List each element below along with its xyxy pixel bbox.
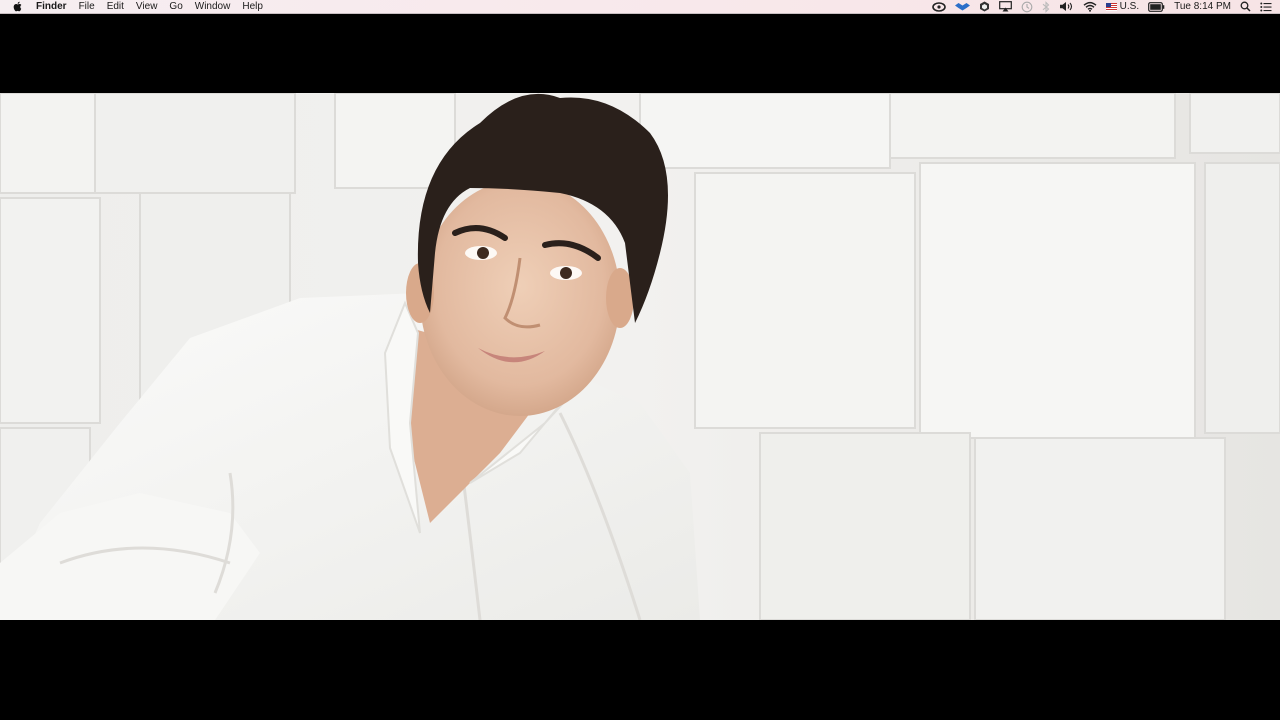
menu-window[interactable]: Window xyxy=(195,0,231,14)
menu-file[interactable]: File xyxy=(79,0,95,14)
airplay-icon[interactable] xyxy=(998,0,1012,14)
wifi-icon[interactable] xyxy=(1083,0,1097,14)
letterbox-top-bar xyxy=(0,15,1280,93)
input-source-menu[interactable]: U.S. xyxy=(1105,0,1140,14)
creative-cloud-icon[interactable] xyxy=(931,0,946,14)
menu-app-finder[interactable]: Finder xyxy=(36,0,67,14)
menu-go[interactable]: Go xyxy=(169,0,182,14)
battery-icon[interactable] xyxy=(1148,0,1165,14)
notification-center-icon[interactable] xyxy=(1260,0,1272,14)
menu-view[interactable]: View xyxy=(136,0,158,14)
input-source-label: U.S. xyxy=(1119,0,1140,12)
menu-edit[interactable]: Edit xyxy=(107,0,124,14)
menu-help[interactable]: Help xyxy=(242,0,263,14)
portrait-image xyxy=(0,93,1280,620)
us-flag-icon xyxy=(1105,2,1117,11)
face xyxy=(420,180,620,416)
menu-bar: Finder File Edit View Go Window Help U.S… xyxy=(0,0,1280,14)
menu-clock[interactable]: Tue 8:14 PM xyxy=(1174,0,1231,14)
spotlight-search-icon[interactable] xyxy=(1240,0,1251,14)
dropbox-icon[interactable] xyxy=(954,0,970,14)
volume-icon[interactable] xyxy=(1059,0,1074,14)
apple-menu-icon[interactable] xyxy=(12,1,24,13)
video-frame[interactable] xyxy=(0,93,1280,620)
menu-bar-right: U.S. Tue 8:14 PM xyxy=(923,0,1280,14)
menu-bar-left: Finder File Edit View Go Window Help xyxy=(0,0,275,14)
app-status-icon[interactable] xyxy=(979,0,990,14)
bluetooth-icon[interactable] xyxy=(1042,0,1050,14)
letterbox-bottom-bar xyxy=(0,620,1280,720)
time-machine-icon[interactable] xyxy=(1021,0,1033,14)
